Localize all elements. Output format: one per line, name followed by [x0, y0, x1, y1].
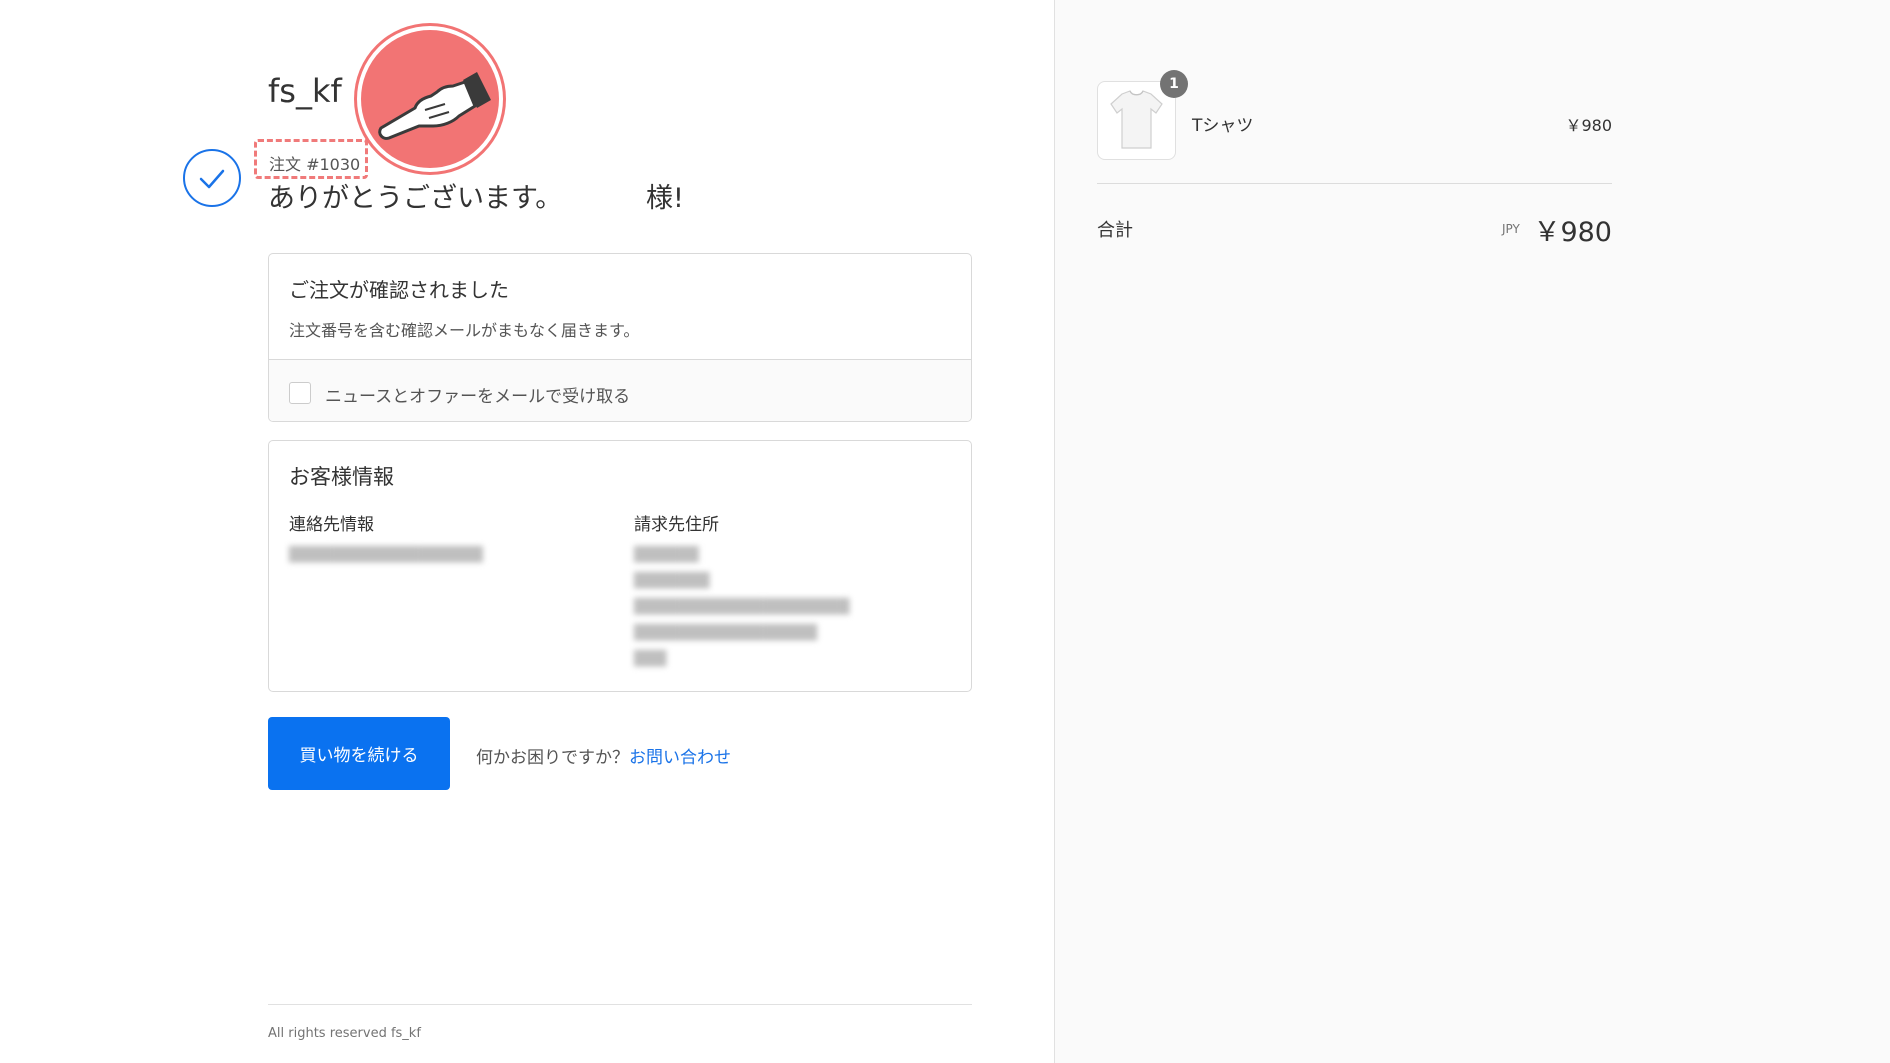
newsletter-checkbox[interactable]	[289, 382, 311, 404]
newsletter-label[interactable]: ニュースとオファーをメールで受け取る	[325, 382, 630, 407]
billing-heading: 請求先住所	[634, 515, 719, 535]
check-circle-icon	[183, 149, 241, 207]
order-summary-sidebar	[1054, 0, 1890, 1063]
footer-copyright: All rights reserved fs_kf	[268, 1026, 421, 1041]
billing-line-redacted: ███	[634, 651, 667, 667]
order-number: 注文 #1030	[254, 139, 368, 179]
total-label: 合計	[1097, 220, 1133, 241]
thanks-heading: ありがとうございます。	[268, 183, 563, 214]
customer-honorific: 様!	[646, 183, 684, 214]
help-text: 何かお困りですか？お問い合わせ	[476, 743, 731, 768]
billing-line-redacted: ██████	[634, 547, 699, 563]
summary-divider	[1097, 183, 1612, 184]
quantity-badge: 1	[1160, 70, 1188, 98]
contact-link[interactable]: お問い合わせ	[629, 748, 731, 768]
contact-email-redacted: ██████████████████	[289, 547, 483, 563]
newsletter-row: ニュースとオファーをメールで受け取る	[269, 359, 971, 421]
continue-shopping-button[interactable]: 買い物を続ける	[268, 717, 450, 790]
order-confirmed-card: ご注文が確認されました 注文番号を含む確認メールがまもなく届きます。 ニュースと…	[268, 253, 972, 422]
product-name: Tシャツ	[1192, 116, 1254, 136]
confirm-title: ご注文が確認されました	[289, 278, 509, 302]
total-amount: ￥980	[1533, 217, 1612, 248]
contact-heading: 連絡先情報	[289, 515, 374, 535]
customer-info-card: お客様情報 連絡先情報 請求先住所 ██████████████████ ███…	[268, 440, 972, 692]
footer-divider	[268, 1004, 972, 1005]
billing-line-redacted: ████████████████████	[634, 599, 850, 615]
pointing-hand-icon	[357, 26, 503, 172]
billing-line-redacted: ███████	[634, 573, 710, 589]
main-panel: fs_kf 注文 #1030 ありがとうございます。 様! ご注文が確認されまし…	[0, 0, 1054, 1063]
billing-line-redacted: █████████████████	[634, 625, 818, 641]
product-price: ￥980	[1565, 116, 1612, 135]
help-question: 何かお困りですか？	[476, 748, 629, 768]
total-currency: JPY	[1502, 222, 1520, 236]
confirm-subtitle: 注文番号を含む確認メールがまもなく届きます。	[289, 321, 640, 340]
customer-info-title: お客様情報	[289, 465, 394, 489]
shop-title[interactable]: fs_kf	[268, 72, 342, 110]
